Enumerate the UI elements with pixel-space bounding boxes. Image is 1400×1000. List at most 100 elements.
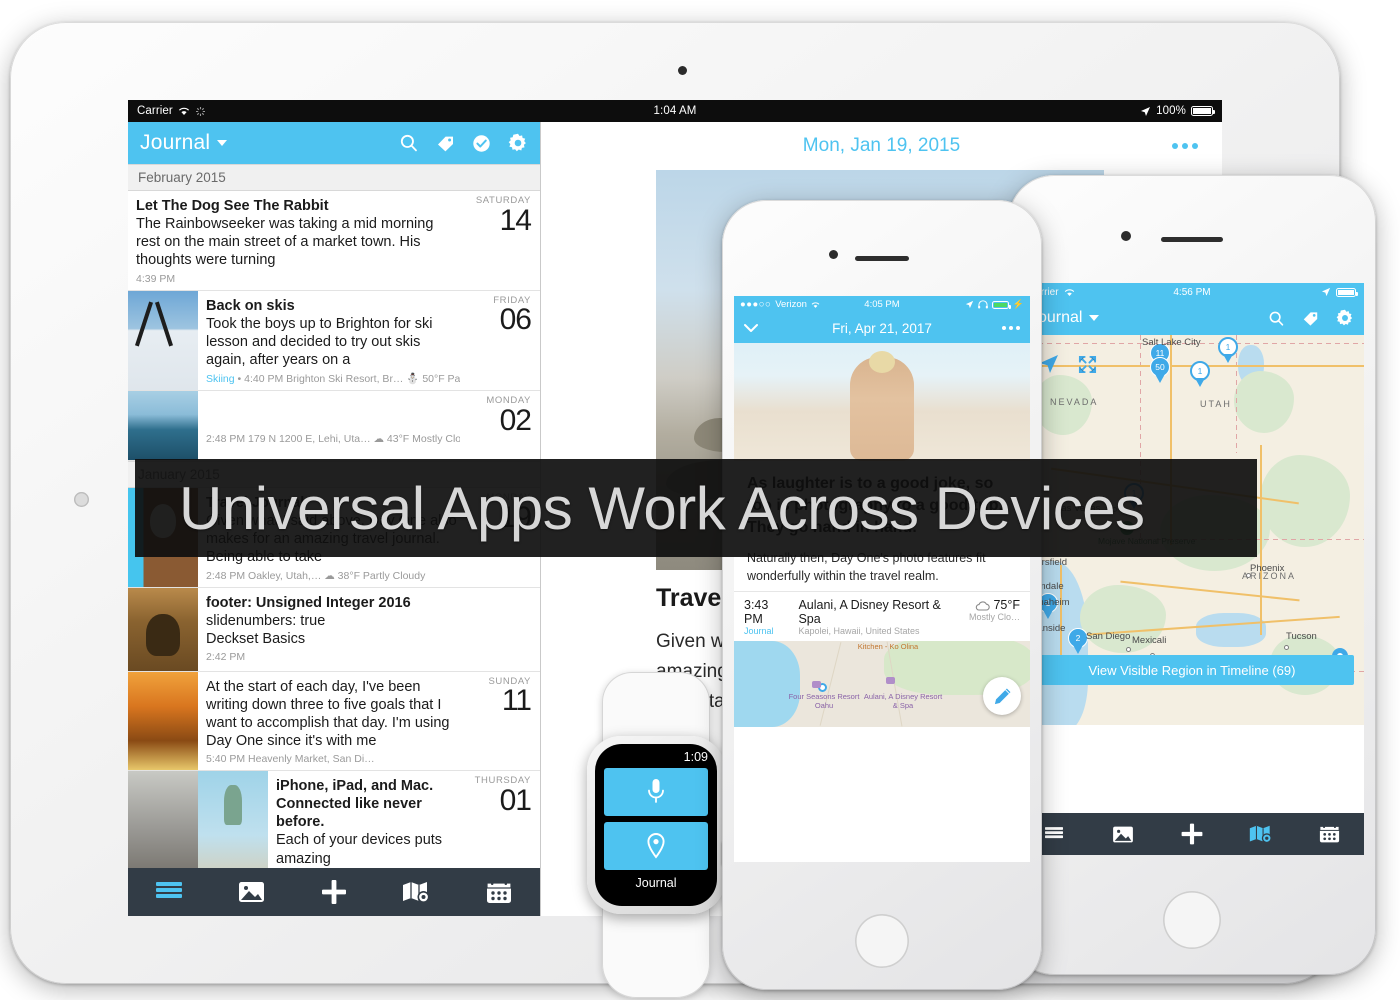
microphone-icon [648, 779, 664, 803]
more-icon[interactable] [1002, 326, 1020, 330]
entry-row[interactable]: Let The Dog See The Rabbit The Rainbowse… [128, 191, 540, 291]
gear-icon[interactable] [1336, 309, 1354, 327]
search-icon[interactable] [399, 133, 419, 153]
navbar-actions [1268, 309, 1354, 327]
entry-row[interactable]: At the start of each day, I've been writ… [128, 671, 540, 771]
entry-thumbnail [128, 290, 198, 390]
tab-calendar[interactable] [1295, 824, 1364, 844]
photo-subject-hair [869, 351, 895, 373]
iphone-home-button[interactable] [855, 914, 909, 968]
plus-icon [322, 880, 347, 904]
tab-new-entry[interactable] [1158, 821, 1227, 847]
list-icon [156, 882, 183, 898]
entry-hero-photo [734, 343, 1030, 461]
map-pin[interactable]: 1 [1190, 361, 1210, 387]
tab-map[interactable] [1226, 824, 1295, 845]
entry-meta: 2:42 PM [206, 650, 246, 663]
entry-weather-desc: Mostly Clo… [968, 612, 1020, 623]
entry-body: At the start of each day, I've been writ… [198, 672, 468, 771]
entry-meta: Skiing • 4:40 PM Brighton Ski Resort, Br… [206, 372, 460, 385]
entry-day: 11 [501, 684, 532, 717]
tab-timeline[interactable] [128, 881, 210, 903]
entry-title: Back on skis [206, 297, 295, 314]
map-label: Kitchen - Ko Olina [857, 642, 919, 652]
more-icon[interactable] [1172, 143, 1198, 149]
entry-row[interactable]: iPhone, iPad, and Mac. Connected like ne… [128, 771, 540, 868]
view-visible-region-button[interactable]: View Visible Region in Timeline (69) [1030, 655, 1354, 685]
map-icon [1249, 825, 1272, 843]
entry-thumbnail [128, 771, 198, 868]
gear-icon[interactable] [508, 133, 528, 153]
status-left: Carrier [137, 105, 206, 117]
status-right: 100% [1140, 105, 1215, 117]
entry-meta: 2:48 PM Oakley, Utah,… ☁ 38°F Partly Clo… [206, 569, 426, 582]
city-label: Salt Lake City [1142, 337, 1201, 348]
entry-date: THURSDAY 01 [468, 771, 540, 868]
entry-metadata-bar: 3:43 PM Journal Aulani, A Disney Resort … [734, 591, 1030, 641]
battery-icon [1191, 106, 1215, 116]
overlay-banner: Universal Apps Work Across Devices [135, 459, 1257, 557]
iphone-earpiece [1161, 237, 1223, 242]
tab-map[interactable] [375, 880, 457, 905]
entry-thumbnails [128, 671, 198, 770]
entry-excerpt: At the start of each day, I've been writ… [206, 678, 450, 749]
ipad-home-button[interactable] [74, 492, 89, 507]
iphone-map-status-bar: Carrier 4:56 PM [1020, 283, 1364, 301]
photos-icon [239, 882, 265, 902]
watch-voice-entry-button[interactable] [604, 768, 708, 816]
entry-thumbnail [128, 391, 198, 460]
status-time: 4:05 PM [864, 299, 900, 310]
chevron-down-icon[interactable] [217, 140, 228, 146]
entry-date: SUNDAY 11 [468, 672, 540, 771]
entry-title: footer: Unsigned Integer 2016 [206, 594, 411, 611]
state-label: NEVADA [1050, 397, 1099, 407]
entry-date-title[interactable]: Fri, Apr 21, 2017 [734, 321, 1030, 336]
iphone-status-bar: ●●●○○ Verizon 4:05 PM ⚡ [734, 296, 1030, 313]
new-entry-fab[interactable] [983, 677, 1021, 716]
entry-journal-tag[interactable]: Journal [744, 626, 788, 636]
check-circle-icon[interactable] [472, 134, 491, 153]
search-icon[interactable] [1268, 310, 1285, 327]
tag-icon[interactable] [436, 134, 455, 153]
entry-meta-rest: • 4:40 PM Brighton Ski Resort, Br… ⛄ 50°… [237, 373, 460, 385]
battery-percent: 100% [1156, 105, 1186, 117]
ipad-status-bar: Carrier 1:04 AM 100% [128, 100, 1222, 122]
map-pin[interactable]: 1 [1218, 337, 1238, 363]
map-label: Four Seasons Resort Oahu [788, 692, 860, 711]
entry-temp: 75°F [993, 598, 1020, 613]
tab-photos[interactable] [1089, 825, 1158, 844]
ipad-tab-bar [128, 868, 540, 916]
tag-icon[interactable] [1302, 310, 1319, 327]
entry-meta: 2:48 PM 179 N 1200 E, Lehi, Uta… ☁ 43°F … [206, 433, 460, 445]
entry-row[interactable]: 2:48 PM 179 N 1200 E, Lehi, Uta… ☁ 43°F … [128, 391, 540, 461]
entry-date: SATURDAY 14 [468, 191, 540, 290]
entry-row[interactable]: Back on skis Took the boys up to Brighto… [128, 290, 540, 391]
journal-title[interactable]: Journal [140, 131, 210, 155]
tab-new-entry[interactable] [293, 877, 375, 907]
watch-app-label: Journal [635, 876, 677, 890]
tab-calendar[interactable] [458, 880, 540, 905]
chevron-down-icon[interactable] [1089, 315, 1100, 321]
status-time: 4:56 PM [1173, 286, 1211, 298]
ipad-navbar: Journal [128, 122, 540, 164]
entry-thumbnails [128, 587, 198, 671]
status-time: 1:04 AM [653, 105, 697, 117]
entry-location-map[interactable]: Kitchen - Ko Olina Four Seasons Resort O… [734, 641, 1030, 728]
entry-place-block: Aulani, A Disney Resort & Spa Kapolei, H… [798, 598, 959, 636]
entry-day: 14 [499, 203, 532, 237]
entry-row[interactable]: footer: Unsigned Integer 2016 slidenumbe… [128, 587, 540, 672]
expand-icon[interactable] [1078, 355, 1097, 374]
city-label: Tucson [1286, 631, 1317, 642]
map-pin[interactable]: 2 [1068, 628, 1088, 654]
detail-date[interactable]: Mon, Jan 19, 2015 [803, 135, 960, 157]
pencil-icon [994, 688, 1010, 705]
entry-thumbnail [128, 587, 198, 671]
tab-photos[interactable] [210, 880, 292, 904]
iphone-home-button[interactable] [1163, 891, 1221, 949]
iphone-map-tab-bar [1020, 813, 1364, 855]
watch-time: 1:09 [683, 750, 708, 764]
map-pin[interactable]: 50 [1150, 357, 1170, 383]
watch-location-entry-button[interactable] [604, 822, 708, 870]
city-label: Phoenix [1250, 563, 1285, 574]
entry-thumbnails [128, 290, 198, 390]
